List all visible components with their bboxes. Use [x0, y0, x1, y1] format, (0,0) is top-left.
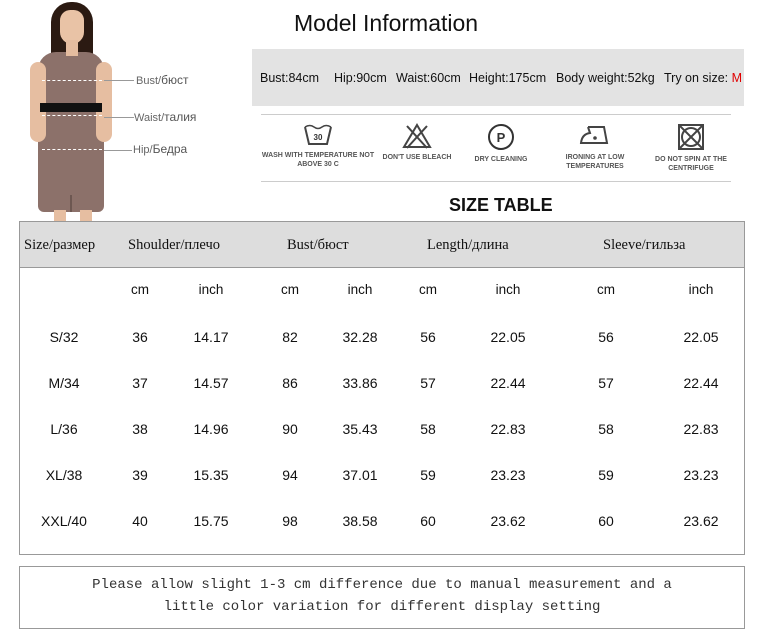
no-tumble-dry-icon [678, 124, 704, 150]
value-cell: 90 [282, 421, 298, 437]
bust-measure-line [42, 80, 102, 81]
size-table-title: SIZE TABLE [449, 195, 553, 215]
header-length: Length/длина [427, 237, 509, 253]
value-cell: 57 [420, 375, 436, 391]
value-cell: 23.23 [683, 467, 719, 483]
care-instructions: 30 WASH WITH TEMPERATURE NOT ABOVE 30 C … [261, 114, 731, 182]
header-bust: Bust/бюст [287, 237, 349, 253]
value-cell: 39 [132, 467, 148, 483]
value-cell: 40 [132, 513, 148, 529]
value-cell: 38.58 [342, 513, 378, 529]
value-cell: 22.83 [683, 421, 719, 437]
svg-text:30: 30 [314, 133, 323, 142]
care-label-spin: DO NOT SPIN AT THE CENTRIFUGE [655, 156, 727, 172]
value-cell: 14.57 [193, 375, 229, 391]
model-info-title: Model Information [294, 10, 479, 36]
unit-cell: inch [495, 282, 521, 297]
model-waist: Waist:60cm [396, 71, 461, 85]
value-cell: 94 [282, 467, 298, 483]
value-cell: 22.05 [490, 329, 526, 345]
care-item-spin: DO NOT SPIN AT THE CENTRIFUGE [634, 123, 748, 173]
waist-measure-line [42, 115, 102, 116]
size-cell: S/32 [49, 329, 79, 345]
value-cell: 22.44 [490, 375, 526, 391]
model-face [60, 10, 84, 44]
dress-slit [70, 195, 72, 212]
iron-low-icon [579, 126, 609, 144]
unit-cell: cm [131, 282, 149, 297]
header-sleeve: Sleeve/гильза [603, 237, 686, 253]
care-label-wash: WASH WITH TEMPERATURE NOT ABOVE 30 C [261, 152, 375, 168]
size-cell: M/34 [48, 375, 80, 391]
model-neck [66, 40, 78, 56]
value-cell: 98 [282, 513, 298, 529]
value-cell: 36 [132, 329, 148, 345]
unit-cell: cm [419, 282, 437, 297]
value-cell: 22.44 [683, 375, 719, 391]
value-cell: 37 [132, 375, 148, 391]
value-cell: 60 [598, 513, 614, 529]
value-cell: 23.23 [490, 467, 526, 483]
value-cell: 60 [420, 513, 436, 529]
value-cell: 57 [598, 375, 614, 391]
model-right-arm [96, 62, 112, 142]
header-size: Size/размер [24, 237, 96, 253]
value-cell: 56 [420, 329, 436, 345]
model-height: Height:175cm [469, 71, 547, 85]
wash-30-icon: 30 [304, 124, 332, 145]
model-left-arm [30, 62, 46, 142]
model-hip: Hip:90cm [334, 71, 387, 85]
value-cell: 35.43 [342, 421, 378, 437]
value-cell: 14.96 [193, 421, 229, 437]
model-weight: Body weight:52kg [556, 71, 655, 85]
note-line-2: little color variation for different dis… [163, 599, 601, 615]
unit-cell: inch [198, 282, 224, 297]
hip-measure-line [42, 149, 102, 150]
no-bleach-icon [402, 123, 432, 149]
unit-cell: cm [597, 282, 615, 297]
header-shoulder: Shoulder/плечо [128, 237, 220, 253]
bust-label: Bust/бюст [136, 73, 189, 87]
model-belt [40, 103, 102, 112]
value-cell: 23.62 [683, 513, 719, 529]
hip-label: Hip/Бедра [133, 142, 188, 156]
size-cell: XL/38 [45, 467, 83, 483]
value-cell: 59 [598, 467, 614, 483]
waist-guide-line [104, 117, 134, 118]
measurement-note: Please allow slight 1-3 cm difference du… [19, 574, 745, 618]
svg-text:P: P [497, 130, 506, 145]
model-dress [38, 52, 104, 212]
value-cell: 37.01 [342, 467, 378, 483]
waist-label: Waist/талия [134, 110, 197, 124]
value-cell: 38 [132, 421, 148, 437]
unit-cell: inch [347, 282, 373, 297]
size-cell: L/36 [50, 421, 78, 437]
value-cell: 14.17 [193, 329, 229, 345]
value-cell: 58 [420, 421, 436, 437]
size-table [19, 221, 745, 555]
bust-guide-line [104, 80, 134, 81]
value-cell: 15.75 [193, 513, 229, 529]
value-cell: 15.35 [193, 467, 229, 483]
unit-cell: cm [281, 282, 299, 297]
dry-cleaning-icon: P [488, 124, 514, 150]
hip-guide-line [104, 150, 132, 151]
try-on-size-value: M [731, 71, 743, 85]
try-on-size: Try on size: M [664, 71, 743, 85]
value-cell: 22.05 [683, 329, 719, 345]
note-line-1: Please allow slight 1-3 cm difference du… [92, 577, 672, 593]
care-item-wash: 30 WASH WITH TEMPERATURE NOT ABOVE 30 C [261, 123, 375, 169]
model-bust: Bust:84cm [260, 71, 320, 85]
value-cell: 32.28 [342, 329, 378, 345]
value-cell: 23.62 [490, 513, 526, 529]
value-cell: 86 [282, 375, 298, 391]
value-cell: 33.86 [342, 375, 378, 391]
value-cell: 22.83 [490, 421, 526, 437]
value-cell: 56 [598, 329, 614, 345]
unit-cell: inch [688, 282, 714, 297]
value-cell: 82 [282, 329, 298, 345]
value-cell: 59 [420, 467, 436, 483]
size-cell: XXL/40 [41, 513, 87, 529]
value-cell: 58 [598, 421, 614, 437]
